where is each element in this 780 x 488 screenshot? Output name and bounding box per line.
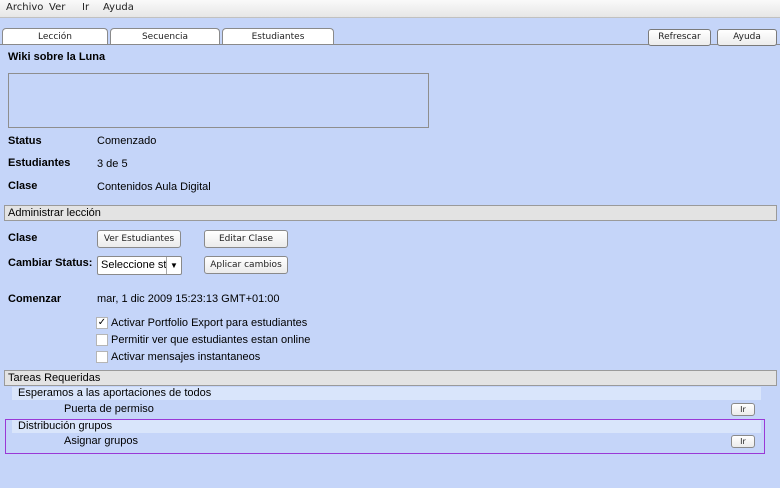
menu-bar: Archivo Ver Ir Ayuda (0, 0, 780, 18)
class-label: Clase (8, 180, 38, 192)
view-students-button[interactable]: Ver Estudiantes (97, 230, 181, 248)
online-visibility-label: Permitir ver que estudiantes estan onlin… (111, 334, 311, 346)
menu-ir[interactable]: Ir (82, 2, 89, 13)
task-name: Puerta de permiso (64, 403, 154, 415)
portfolio-export-label: Activar Portfolio Export para estudiante… (111, 317, 308, 329)
tab-estudiantes[interactable]: Estudiantes (222, 28, 334, 45)
admin-section-header: Administrar lección (4, 205, 777, 221)
class-value: Contenidos Aula Digital (97, 181, 211, 193)
selection-highlight (5, 419, 765, 454)
menu-archivo[interactable]: Archivo (6, 2, 43, 13)
status-value: Comenzado (97, 135, 157, 147)
lesson-description-box (8, 73, 429, 128)
task-group-header: Esperamos a las aportaciones de todos (12, 387, 761, 400)
menu-ayuda[interactable]: Ayuda (103, 2, 134, 13)
instant-messages-label: Activar mensajes instantaneos (111, 351, 261, 363)
admin-class-label: Clase (8, 232, 38, 244)
start-label: Comenzar (8, 293, 62, 305)
tab-leccion[interactable]: Lección (2, 28, 108, 45)
status-label: Status (8, 135, 42, 147)
start-value: mar, 1 dic 2009 15:23:13 GMT+01:00 (97, 293, 280, 305)
help-button[interactable]: Ayuda (717, 29, 777, 46)
tab-secuencia[interactable]: Secuencia (110, 28, 220, 45)
edit-class-button[interactable]: Editar Clase (204, 230, 288, 248)
students-label: Estudiantes (8, 157, 71, 169)
chevron-down-icon[interactable]: ▼ (166, 257, 181, 274)
go-button[interactable]: Ir (731, 403, 755, 416)
status-select[interactable]: Seleccione st ▼ (97, 256, 182, 275)
lesson-title: Wiki sobre la Luna (8, 51, 106, 63)
tasks-section-header: Tareas Requeridas (4, 370, 777, 386)
menu-ver[interactable]: Ver (49, 2, 65, 13)
portfolio-export-checkbox[interactable]: ✓ (96, 317, 108, 329)
task-row: Puerta de permiso Ir (12, 402, 755, 417)
refresh-button[interactable]: Refrescar (648, 29, 711, 46)
instant-messages-checkbox[interactable] (96, 351, 108, 363)
status-select-value: Seleccione st (101, 259, 167, 271)
students-value: 3 de 5 (97, 158, 128, 170)
change-status-label: Cambiar Status: (8, 257, 93, 269)
apply-changes-button[interactable]: Aplicar cambios (204, 256, 288, 274)
online-visibility-checkbox[interactable] (96, 334, 108, 346)
